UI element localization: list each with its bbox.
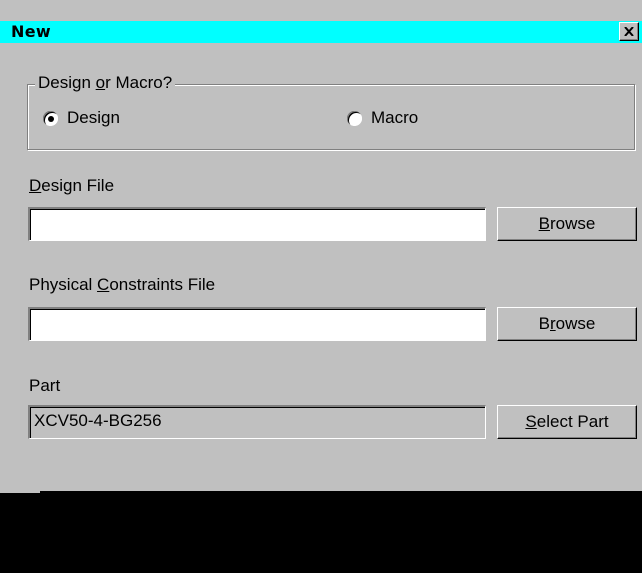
design-radio-label: Design — [67, 108, 120, 127]
part-label: Part — [29, 376, 61, 395]
design-radio[interactable]: Design — [43, 108, 120, 128]
constraints-file-browse-button[interactable]: Br owse — [497, 307, 637, 341]
close-x-icon — [624, 27, 634, 36]
group-legend: Design or Macro? — [35, 73, 176, 93]
window-title: New — [11, 22, 51, 41]
black-overlay — [0, 493, 642, 573]
design-file-label: Design File — [29, 176, 115, 195]
close-button[interactable] — [619, 22, 639, 41]
constraints-file-label: Physical Constraints File — [29, 275, 216, 294]
macro-radio-label: Macro — [371, 108, 419, 127]
constraints-file-input[interactable] — [28, 307, 486, 341]
macro-radio[interactable]: Macro — [347, 108, 418, 128]
design-file-input[interactable] — [28, 207, 486, 241]
design-file-browse-button[interactable]: Browse — [497, 207, 637, 241]
radio-checked-icon — [43, 110, 58, 126]
select-part-button[interactable]: Select Part — [497, 405, 637, 439]
new-dialog: New Design or Macro? Design Macro Design… — [0, 0, 642, 573]
title-bar[interactable]: New — [0, 21, 642, 43]
part-field: XCV50-4-BG256 — [28, 405, 486, 439]
radio-unchecked-icon — [347, 110, 362, 126]
